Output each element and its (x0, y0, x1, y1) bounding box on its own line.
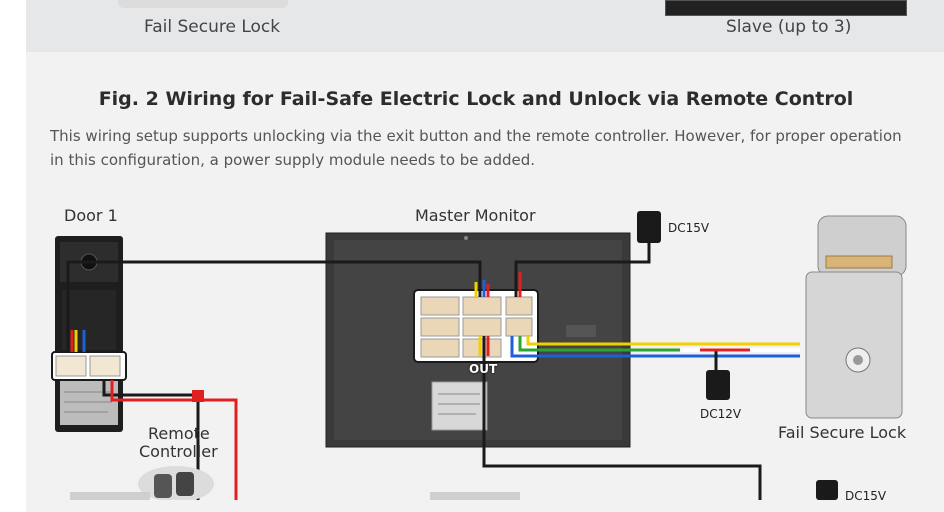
lock-label: Fail Secure Lock (778, 423, 907, 442)
out-label: OUT (469, 362, 498, 376)
door-station (55, 236, 123, 432)
door-label: Door 1 (64, 206, 118, 225)
master-monitor-label: Master Monitor (415, 206, 536, 225)
dc15v-top-label: DC15V (668, 221, 710, 235)
remote-label-line2: Controller (139, 442, 218, 461)
door-connector (51, 351, 127, 381)
dc15v-bottom-label: DC15V (845, 489, 887, 503)
remote-label-line1: Remote (148, 424, 210, 443)
dc12v-label: DC12V (700, 407, 742, 421)
fail-secure-lock-image (805, 215, 907, 419)
